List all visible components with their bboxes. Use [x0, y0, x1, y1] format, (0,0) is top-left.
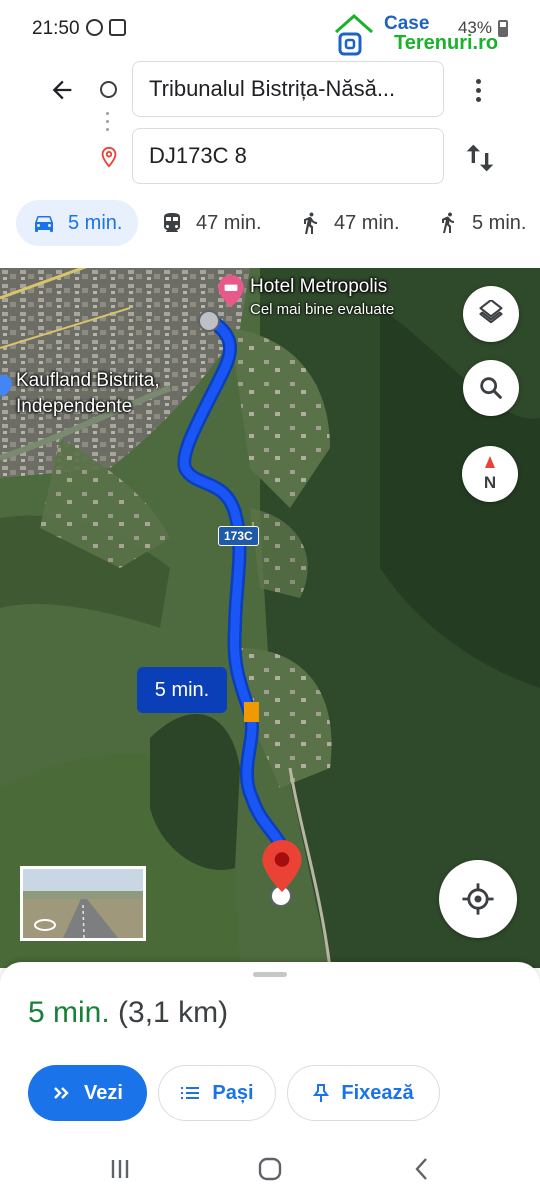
sheet-drag-handle[interactable]	[253, 972, 287, 977]
home-icon	[258, 1157, 282, 1181]
view-route-label: Vezi	[84, 1081, 123, 1104]
poi-hotel-name[interactable]: Hotel Metropolis	[250, 276, 387, 298]
compass-north-icon: N	[484, 456, 496, 492]
watermark-logo: Case Terenuri.ro	[330, 10, 510, 58]
street-view-image	[23, 869, 143, 938]
destination-pin-icon	[101, 146, 117, 168]
watermark-terenuri: Terenuri.ro	[394, 32, 499, 54]
view-route-button[interactable]: Vezi	[28, 1065, 147, 1121]
tab-transit[interactable]: 47 min.	[160, 200, 262, 246]
back-chevron-icon	[415, 1158, 427, 1180]
route-summary: 5 min. (3,1 km)	[28, 996, 228, 1030]
route-dots-icon	[106, 112, 110, 134]
home-button[interactable]	[250, 1154, 290, 1184]
more-options-button[interactable]	[464, 70, 492, 110]
tab-ride-label: 5 min.	[472, 211, 527, 234]
tab-transit-label: 47 min.	[196, 211, 262, 234]
pin-icon	[313, 1084, 330, 1102]
origin-circle-icon	[100, 81, 117, 98]
whatsapp-icon	[86, 19, 103, 36]
transit-icon	[164, 213, 180, 232]
double-chevron-icon	[54, 1087, 69, 1099]
walk-icon	[304, 212, 317, 234]
layers-button[interactable]	[463, 286, 519, 342]
compass-letter: N	[484, 473, 496, 492]
steps-button[interactable]: Pași	[158, 1065, 276, 1121]
route-distance: (3,1 km)	[118, 996, 229, 1029]
pin-button[interactable]: Fixează	[287, 1065, 440, 1121]
route-time-callout[interactable]: 5 min.	[137, 667, 227, 713]
arrow-left-icon	[52, 80, 72, 100]
status-bar: 21:50 43% Case Terenuri.ro	[0, 0, 540, 58]
system-nav-bar	[0, 1140, 540, 1200]
swap-directions-icon[interactable]	[460, 138, 500, 178]
status-time: 21:50	[32, 18, 80, 39]
street-view-thumbnail[interactable]	[20, 866, 146, 941]
tab-driving-label: 5 min.	[68, 211, 123, 234]
tab-ride[interactable]: 5 min.	[436, 200, 526, 246]
list-icon	[181, 1087, 200, 1099]
poi-kaufland-line1[interactable]: Kaufland Bistrita,	[16, 370, 160, 392]
poi-hotel-subtitle: Cel mai bine evaluate	[250, 301, 395, 318]
poi-kaufland-line2[interactable]: Independente	[16, 396, 132, 418]
origin-input[interactable]: Tribunalul Bistrița-Năsă...	[132, 61, 444, 117]
pin-label: Fixează	[341, 1081, 414, 1104]
recent-apps-icon	[111, 1160, 129, 1178]
crosshair-icon	[462, 883, 494, 915]
compass-button[interactable]: N	[462, 446, 518, 502]
road-shield: 173C	[218, 526, 259, 546]
tab-walking[interactable]: 47 min.	[298, 200, 400, 246]
destination-marker-icon	[262, 840, 302, 892]
notification-icons	[86, 19, 126, 36]
back-nav-button[interactable]	[402, 1154, 442, 1184]
destination-input[interactable]: DJ173C 8	[132, 128, 444, 184]
search-button[interactable]	[463, 360, 519, 416]
hotel-pin-icon[interactable]	[218, 275, 244, 307]
car-icon	[35, 216, 53, 232]
search-icon	[480, 377, 502, 399]
back-button[interactable]	[42, 70, 82, 110]
travel-mode-tabs: 5 min. 47 min. 47 min. 5 min.	[0, 198, 540, 250]
my-location-button[interactable]	[439, 860, 517, 938]
ride-icon	[442, 212, 454, 233]
house-logo-icon	[335, 13, 373, 56]
app-notification-icon	[109, 19, 126, 36]
tab-driving[interactable]: 5 min.	[16, 200, 139, 246]
shop-pin-icon[interactable]	[0, 373, 12, 399]
recent-apps-button[interactable]	[100, 1154, 140, 1184]
tab-walking-label: 47 min.	[334, 211, 400, 234]
steps-label: Pași	[212, 1081, 254, 1104]
layers-icon	[479, 300, 503, 324]
map-view[interactable]: Hotel Metropolis Cel mai bine evaluate K…	[0, 268, 540, 968]
route-duration: 5 min.	[28, 996, 110, 1029]
